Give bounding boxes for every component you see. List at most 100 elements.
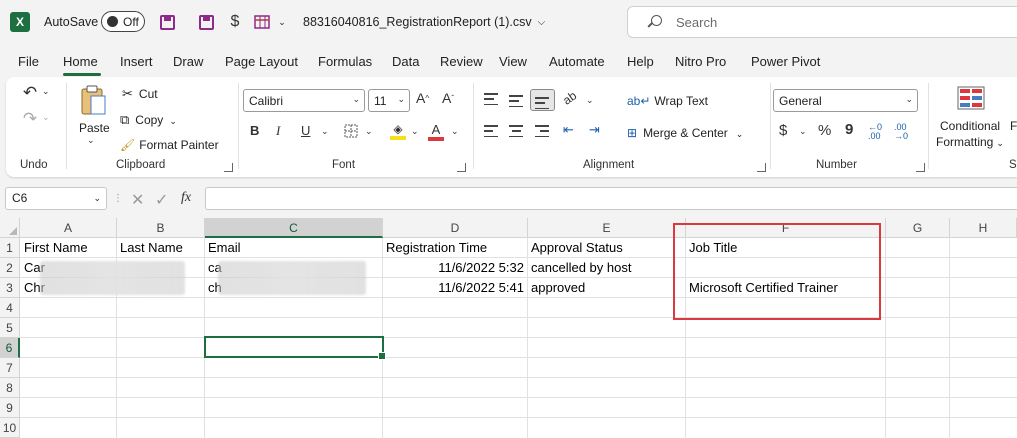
row-header-4[interactable]: 4	[0, 298, 20, 318]
tab-draw[interactable]: Draw	[173, 44, 203, 76]
increase-decimal-icon[interactable]: ←0.00	[868, 123, 882, 141]
row-header-8[interactable]: 8	[0, 378, 20, 398]
column-header-g[interactable]: G	[886, 218, 950, 238]
number-launcher-icon[interactable]	[916, 163, 925, 172]
comma-style-button[interactable]: 9	[845, 121, 853, 138]
row-header-5[interactable]: 5	[0, 318, 20, 338]
font-color-icon[interactable]: A	[427, 121, 445, 141]
alignment-launcher-icon[interactable]	[757, 163, 766, 172]
row-header-2[interactable]: 2	[0, 258, 20, 278]
tab-page-layout[interactable]: Page Layout	[225, 44, 298, 76]
tab-insert[interactable]: Insert	[120, 44, 153, 76]
increase-font-size-icon[interactable]: A ^	[416, 90, 429, 106]
copy-button[interactable]: ⧉ Copy ⌄	[120, 112, 177, 128]
orientation-icon[interactable]: ab	[560, 88, 579, 107]
align-center-icon[interactable]	[509, 125, 523, 137]
column-header-c[interactable]: C	[205, 218, 383, 238]
tab-home[interactable]: Home	[63, 44, 98, 76]
currency-icon[interactable]: $	[225, 12, 245, 32]
column-header-a[interactable]: A	[20, 218, 117, 238]
paste-icon[interactable]	[78, 83, 108, 117]
table-format-icon[interactable]	[252, 12, 272, 32]
row-header-3[interactable]: 3	[0, 278, 20, 298]
conditional-formatting-icon[interactable]	[956, 85, 986, 111]
cell-d1[interactable]: Registration Time	[383, 238, 527, 258]
cell-b1[interactable]: Last Name	[117, 238, 204, 258]
cell-e2[interactable]: cancelled by host	[528, 258, 685, 278]
decrease-indent-icon[interactable]: ⇤	[563, 122, 574, 138]
select-all-button[interactable]	[0, 218, 20, 238]
percent-style-button[interactable]: %	[818, 122, 831, 139]
undo-dropdown-icon[interactable]: ⌄	[42, 86, 50, 97]
font-launcher-icon[interactable]	[457, 163, 466, 172]
increase-indent-icon[interactable]: ⇥	[589, 122, 600, 138]
autosave-toggle[interactable]: Off	[101, 11, 145, 32]
save-as-icon[interactable]	[196, 12, 216, 32]
formula-bar-grip[interactable]: ⋮	[113, 187, 123, 210]
worksheet-grid[interactable]: A B C D E F G H 1 2 3 4 5 6 7 8 9 10 Fir…	[0, 218, 1017, 438]
bold-button[interactable]: B	[250, 123, 259, 138]
italic-button[interactable]: I	[276, 123, 280, 139]
tab-nitro-pro[interactable]: Nitro Pro	[675, 44, 726, 76]
underline-button[interactable]: U	[301, 123, 310, 138]
formula-input[interactable]	[205, 187, 1017, 210]
undo-icon[interactable]: ↶	[20, 83, 40, 103]
row-header-1[interactable]: 1	[0, 238, 20, 258]
accounting-dropdown-icon[interactable]: ⌄	[799, 126, 807, 137]
paste-dropdown-icon[interactable]: ⌄	[87, 135, 95, 146]
row-header-10[interactable]: 10	[0, 418, 20, 438]
paste-button[interactable]: Paste	[79, 121, 110, 135]
tab-help[interactable]: Help	[627, 44, 654, 76]
file-name[interactable]: 88316040816_RegistrationReport (1).csv ⌵	[303, 0, 545, 44]
search-input[interactable]: Search	[627, 6, 1017, 38]
conditional-formatting-button[interactable]: Formatting ⌄	[936, 135, 1004, 149]
font-name-dropdown[interactable]: Calibri ⌄	[243, 89, 365, 112]
middle-align-icon[interactable]	[509, 95, 523, 107]
name-box[interactable]: C6 ⌄	[5, 187, 107, 210]
font-color-dropdown-icon[interactable]: ⌄	[451, 126, 459, 137]
orientation-dropdown-icon[interactable]: ⌄	[586, 95, 594, 106]
underline-dropdown-icon[interactable]: ⌄	[321, 126, 329, 137]
row-header-9[interactable]: 9	[0, 398, 20, 418]
redo-dropdown-icon[interactable]: ⌄	[42, 112, 50, 123]
cut-button[interactable]: ✂ Cut	[122, 86, 158, 102]
conditional-formatting-label-1[interactable]: Conditional	[940, 119, 1000, 133]
quick-access-chevron-icon[interactable]: ⌄	[272, 12, 292, 32]
align-left-icon[interactable]	[484, 125, 498, 137]
redo-icon[interactable]: ↷	[20, 109, 40, 129]
fill-color-icon[interactable]: ◈	[389, 121, 407, 141]
fill-color-dropdown-icon[interactable]: ⌄	[411, 126, 419, 137]
decrease-font-size-icon[interactable]: Aˇ	[442, 90, 454, 106]
cell-a1[interactable]: First Name	[21, 238, 116, 258]
row-header-7[interactable]: 7	[0, 358, 20, 378]
row-header-6[interactable]: 6	[0, 338, 20, 358]
clipboard-launcher-icon[interactable]	[224, 163, 233, 172]
accounting-format-button[interactable]: $	[779, 122, 787, 139]
cell-e3[interactable]: approved	[528, 278, 685, 298]
cell-d2[interactable]: 11/6/2022 5:32	[383, 258, 527, 278]
tab-review[interactable]: Review	[440, 44, 483, 76]
tab-view[interactable]: View	[499, 44, 527, 76]
font-size-dropdown[interactable]: 11 ⌄	[368, 89, 410, 112]
tab-formulas[interactable]: Formulas	[318, 44, 372, 76]
column-header-d[interactable]: D	[383, 218, 528, 238]
save-icon[interactable]	[157, 12, 177, 32]
cell-d3[interactable]: 11/6/2022 5:41	[383, 278, 527, 298]
active-cell-c6[interactable]	[204, 336, 386, 360]
cell-c1[interactable]: Email	[205, 238, 382, 258]
top-align-icon[interactable]	[484, 93, 498, 105]
borders-dropdown-icon[interactable]: ⌄	[365, 126, 373, 137]
cancel-icon[interactable]: ✕	[131, 190, 144, 210]
column-header-h[interactable]: H	[950, 218, 1017, 238]
align-right-icon[interactable]	[535, 125, 549, 137]
column-header-e[interactable]: E	[528, 218, 686, 238]
tab-power-pivot[interactable]: Power Pivot	[751, 44, 820, 76]
decrease-decimal-icon[interactable]: .00 →0	[894, 123, 908, 141]
format-painter-button[interactable]: 🖌 Format Painter	[120, 138, 219, 152]
merge-center-button[interactable]: ⊞ Merge & Center ⌄	[627, 126, 743, 140]
enter-icon[interactable]: ✓	[155, 190, 168, 210]
borders-icon[interactable]	[343, 123, 359, 139]
insert-function-button[interactable]: fx	[181, 190, 191, 206]
tab-automate[interactable]: Automate	[549, 44, 605, 76]
tab-data[interactable]: Data	[392, 44, 419, 76]
